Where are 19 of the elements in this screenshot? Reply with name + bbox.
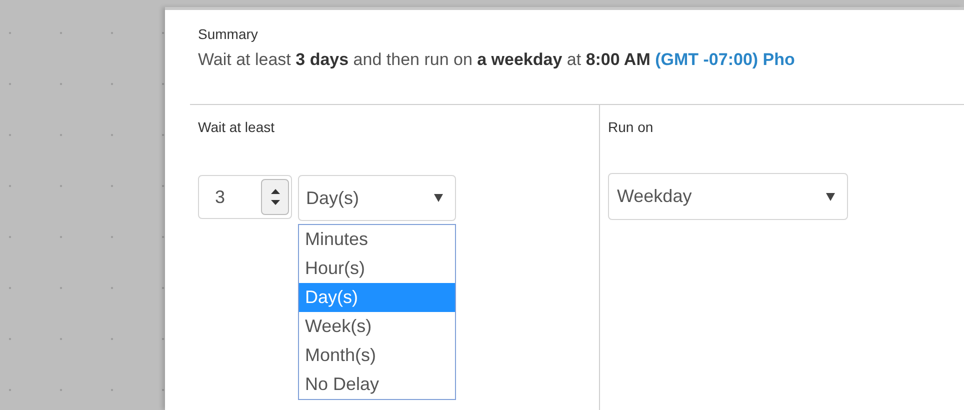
unit-dropdown[interactable]: Day(s): [298, 175, 456, 221]
down-arrow-icon: [270, 200, 280, 205]
dropdown-option[interactable]: No Delay: [299, 370, 455, 399]
summary-sentence: Wait at least 3 days and then run on a weekday at 8:00 AM (GMT -07:00) Pho: [198, 49, 796, 71]
field-label: Run on: [608, 118, 654, 137]
dropdown-option[interactable]: Hour(s): [299, 254, 455, 283]
summary-label: Summary: [198, 25, 259, 44]
run-on-dropdown[interactable]: Weekday: [608, 173, 848, 220]
up-arrow-icon: [270, 189, 280, 194]
caret-icon: [826, 192, 835, 200]
number-field[interactable]: 3: [198, 175, 292, 219]
dropdown-option[interactable]: Minutes: [299, 225, 455, 254]
dropdown-option[interactable]: Month(s): [299, 341, 455, 370]
dropdown-option[interactable]: Week(s): [299, 312, 455, 341]
caret-icon: [434, 194, 443, 202]
spinner-button[interactable]: [261, 179, 289, 215]
number-value: 3: [215, 186, 226, 208]
timezone-link[interactable]: (GMT -07:00) Pho: [655, 50, 795, 69]
field-label: Wait at least: [198, 118, 276, 137]
